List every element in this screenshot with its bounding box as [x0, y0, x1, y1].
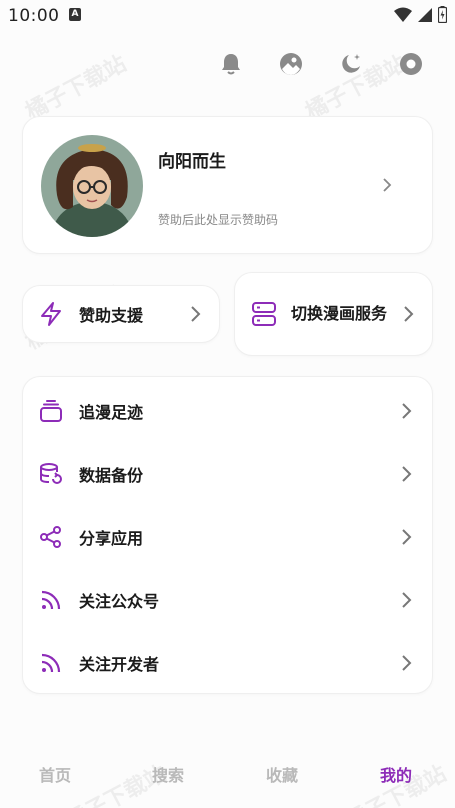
- bell-icon: [222, 54, 240, 75]
- battery-icon: [438, 6, 447, 23]
- watermark: 橘子下载站: [21, 51, 131, 126]
- chevron-right-icon: [402, 654, 412, 671]
- landscape-circle-icon: [280, 53, 302, 75]
- menu-item-share-app[interactable]: 分享应用: [23, 505, 432, 568]
- lightning-icon: [41, 302, 61, 326]
- menu-item-follow-developer[interactable]: 关注开发者: [23, 631, 432, 694]
- chevron-right-icon: [402, 465, 412, 482]
- menu-item-follow-official-account[interactable]: 关注公众号: [23, 568, 432, 631]
- menu-card: 追漫足迹 数据备份 分享应用 关注公众号 关注开发者: [22, 376, 433, 694]
- layers-icon: [40, 399, 62, 422]
- chevron-right-icon: [191, 306, 201, 322]
- switch-comic-service-button[interactable]: 切换漫画服务: [234, 272, 433, 356]
- sponsor-button[interactable]: 赞助支援: [22, 285, 220, 343]
- database-sync-icon: [40, 462, 62, 484]
- menu-item-label: 分享应用: [79, 528, 144, 548]
- settings-button[interactable]: [399, 52, 423, 76]
- top-actions: [219, 52, 423, 76]
- nav-mine[interactable]: 我的: [380, 762, 412, 786]
- chevron-right-icon: [383, 178, 392, 192]
- bottom-nav: 首页 搜索 收藏 我的: [0, 744, 455, 800]
- nav-home[interactable]: 首页: [39, 762, 71, 786]
- profile-name: 向阳而生: [158, 152, 226, 172]
- sponsor-label: 赞助支援: [79, 306, 144, 325]
- switch-service-label: 切换漫画服务: [291, 304, 388, 323]
- dark-mode-button[interactable]: [339, 52, 363, 76]
- menu-item-data-backup[interactable]: 数据备份: [23, 442, 432, 505]
- signal-icon: [418, 7, 432, 22]
- server-icon: [252, 302, 276, 326]
- menu-item-reading-history[interactable]: 追漫足迹: [23, 379, 432, 442]
- status-a-badge: A: [69, 8, 81, 21]
- wifi-icon: [394, 7, 412, 22]
- status-bar: 10:00 A: [0, 0, 455, 32]
- gear-icon: [400, 53, 422, 75]
- avatar: [41, 135, 143, 237]
- nav-favorites[interactable]: 收藏: [266, 762, 298, 786]
- moon-stars-icon: [342, 54, 360, 73]
- notification-button[interactable]: [219, 52, 243, 76]
- menu-item-label: 追漫足迹: [79, 402, 144, 422]
- rss-icon: [41, 653, 61, 672]
- menu-item-label: 关注公众号: [79, 591, 160, 611]
- rss-icon: [41, 590, 61, 609]
- sponsor-code-hint: 赞助后此处显示赞助码: [158, 213, 279, 227]
- menu-item-label: 关注开发者: [79, 654, 160, 674]
- status-time: 10:00: [8, 6, 60, 26]
- menu-item-label: 数据备份: [79, 465, 144, 485]
- theme-image-button[interactable]: [279, 52, 303, 76]
- share-icon: [40, 525, 61, 548]
- chevron-right-icon: [404, 306, 414, 322]
- profile-card[interactable]: 向阳而生 赞助后此处显示赞助码: [22, 116, 433, 254]
- chevron-right-icon: [402, 402, 412, 419]
- status-icons: [394, 6, 447, 23]
- chevron-right-icon: [402, 528, 412, 545]
- nav-search[interactable]: 搜索: [152, 762, 184, 786]
- chevron-right-icon: [402, 591, 412, 608]
